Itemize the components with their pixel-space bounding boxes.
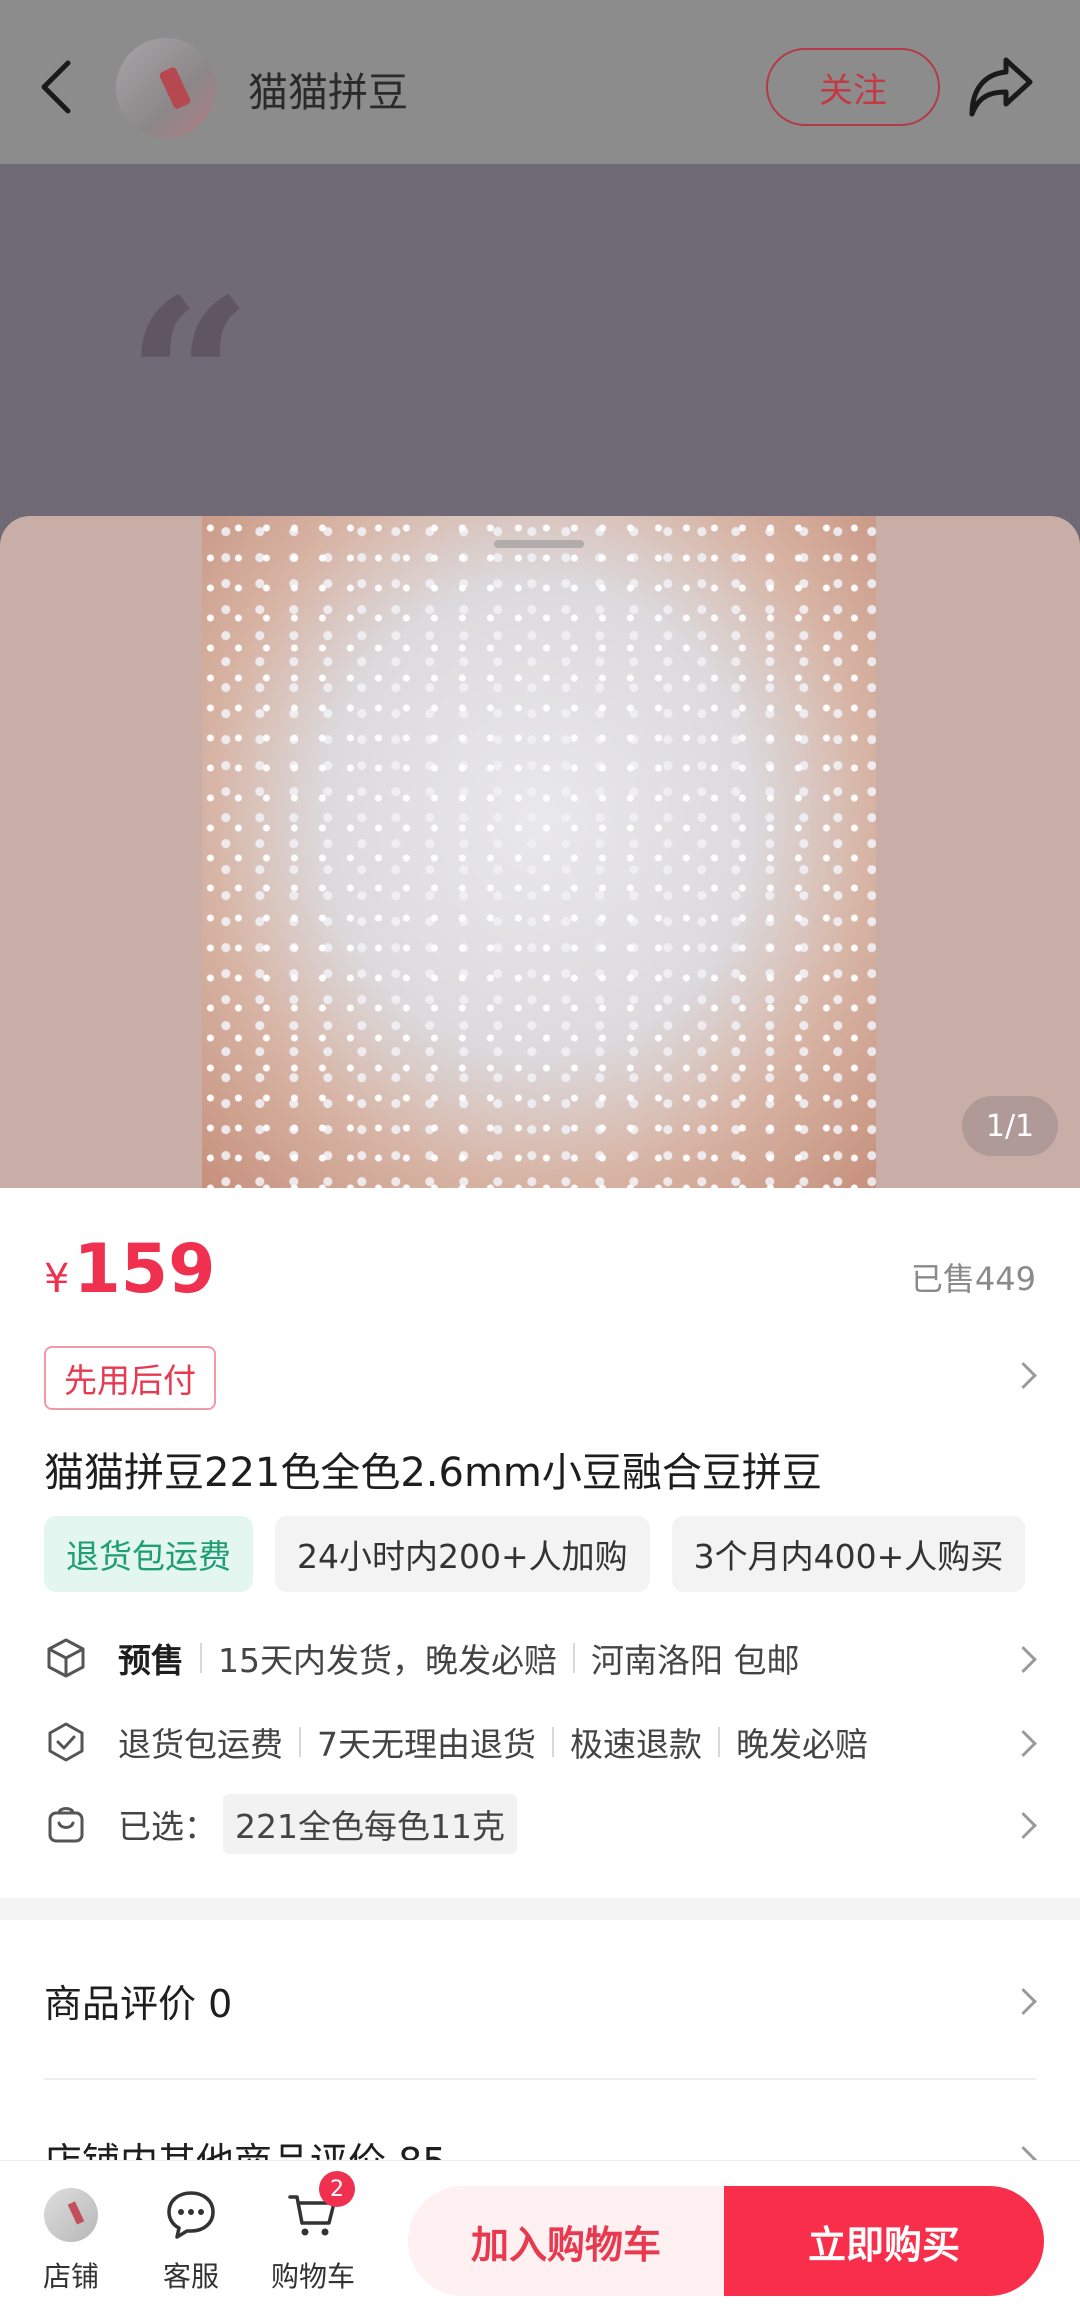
divider (44, 2078, 1036, 2080)
guarantee-row[interactable]: 退货包运费 7天无理由退货 极速退款 晚发必赔 (44, 1712, 1036, 1772)
cart-nav-button[interactable]: 2 购物车 (258, 2171, 368, 2307)
share-icon (969, 57, 1033, 117)
separator (573, 1643, 575, 1673)
guarantee-item: 极速退款 (570, 1725, 702, 1764)
product-photo[interactable] (202, 516, 876, 1188)
pay-later-badge[interactable]: 先用后付 (44, 1346, 216, 1410)
share-button[interactable] (966, 54, 1036, 120)
delivery-time: 15天内发货，晚发必赔 (218, 1641, 557, 1680)
guarantee-item: 退货包运费 (118, 1725, 283, 1764)
product-title: 猫猫拼豆221色全色2.6mm小豆融合豆拼豆 (44, 1450, 822, 1496)
tag-cart-adds[interactable]: 24小时内200+人加购 (275, 1516, 650, 1592)
cart-nav-label: 购物车 (270, 2260, 355, 2293)
shop-nav-button[interactable]: 店铺 (16, 2187, 126, 2307)
selected-value: 221全色每色11克 (223, 1794, 517, 1854)
selected-spec-row[interactable]: 已选： 221全色每色11克 (44, 1794, 1036, 1854)
separator (552, 1727, 554, 1757)
chevron-right-icon[interactable] (1012, 1640, 1036, 1680)
service-nav-label: 客服 (162, 2260, 219, 2293)
chevron-right-icon[interactable] (1012, 1806, 1036, 1846)
tag-free-return[interactable]: 退货包运费 (44, 1516, 253, 1592)
follow-button[interactable]: 关注 (766, 48, 940, 126)
section-divider (0, 1898, 1080, 1920)
chevron-right-icon[interactable] (1012, 1982, 1036, 2022)
presale-label: 预售 (118, 1641, 184, 1680)
shipping-row[interactable]: 预售 15天内发货，晚发必赔 河南洛阳 包邮 (44, 1628, 1036, 1688)
box-icon (44, 1636, 88, 1680)
chevron-right-icon[interactable] (1012, 1724, 1036, 1764)
separator (299, 1727, 301, 1757)
shop-nav-label: 店铺 (42, 2260, 99, 2293)
chevron-right-icon[interactable] (1012, 1356, 1036, 1396)
quote-mark-decoration: “ (126, 250, 253, 509)
customer-service-button[interactable]: 客服 (136, 2187, 246, 2307)
chat-icon (163, 2187, 219, 2243)
price-value: 159 (73, 1230, 216, 1309)
bag-icon (44, 1802, 88, 1846)
guarantee-item: 7天无理由退货 (317, 1725, 536, 1764)
gallery-page-indicator: 1/1 (962, 1096, 1058, 1156)
shield-check-icon (44, 1720, 88, 1764)
price-currency: ¥ (44, 1256, 70, 1302)
shop-avatar[interactable] (116, 38, 216, 138)
sold-count: 已售449 (910, 1260, 1036, 1298)
product-reviews-label: 商品评价 0 (44, 1981, 233, 2026)
add-to-cart-button[interactable]: 加入购物车 (408, 2186, 724, 2296)
price: ¥ 159 (44, 1230, 215, 1309)
shop-header: 猫猫拼豆 关注 (0, 0, 1080, 164)
back-button[interactable] (30, 52, 82, 122)
product-reviews-row[interactable]: 商品评价 0 (44, 1950, 1036, 2050)
ship-from: 河南洛阳 包邮 (591, 1641, 800, 1680)
buy-now-button[interactable]: 立即购买 (724, 2186, 1044, 2296)
shop-icon (43, 2187, 99, 2243)
sheet-drag-handle[interactable] (494, 540, 584, 548)
cart-count-badge: 2 (319, 2171, 355, 2207)
product-tags: 退货包运费 24小时内200+人加购 3个月内400+人购买 (44, 1516, 1026, 1592)
shop-name[interactable]: 猫猫拼豆 (248, 60, 408, 118)
separator (718, 1727, 720, 1757)
chevron-left-icon (41, 60, 71, 114)
cart-icon: 2 (285, 2171, 355, 2243)
tag-purchases[interactable]: 3个月内400+人购买 (671, 1516, 1026, 1592)
guarantee-item: 晚发必赔 (736, 1725, 868, 1764)
product-image-gallery[interactable] (0, 516, 1080, 1188)
selected-label: 已选： (118, 1807, 217, 1846)
separator (200, 1643, 202, 1673)
